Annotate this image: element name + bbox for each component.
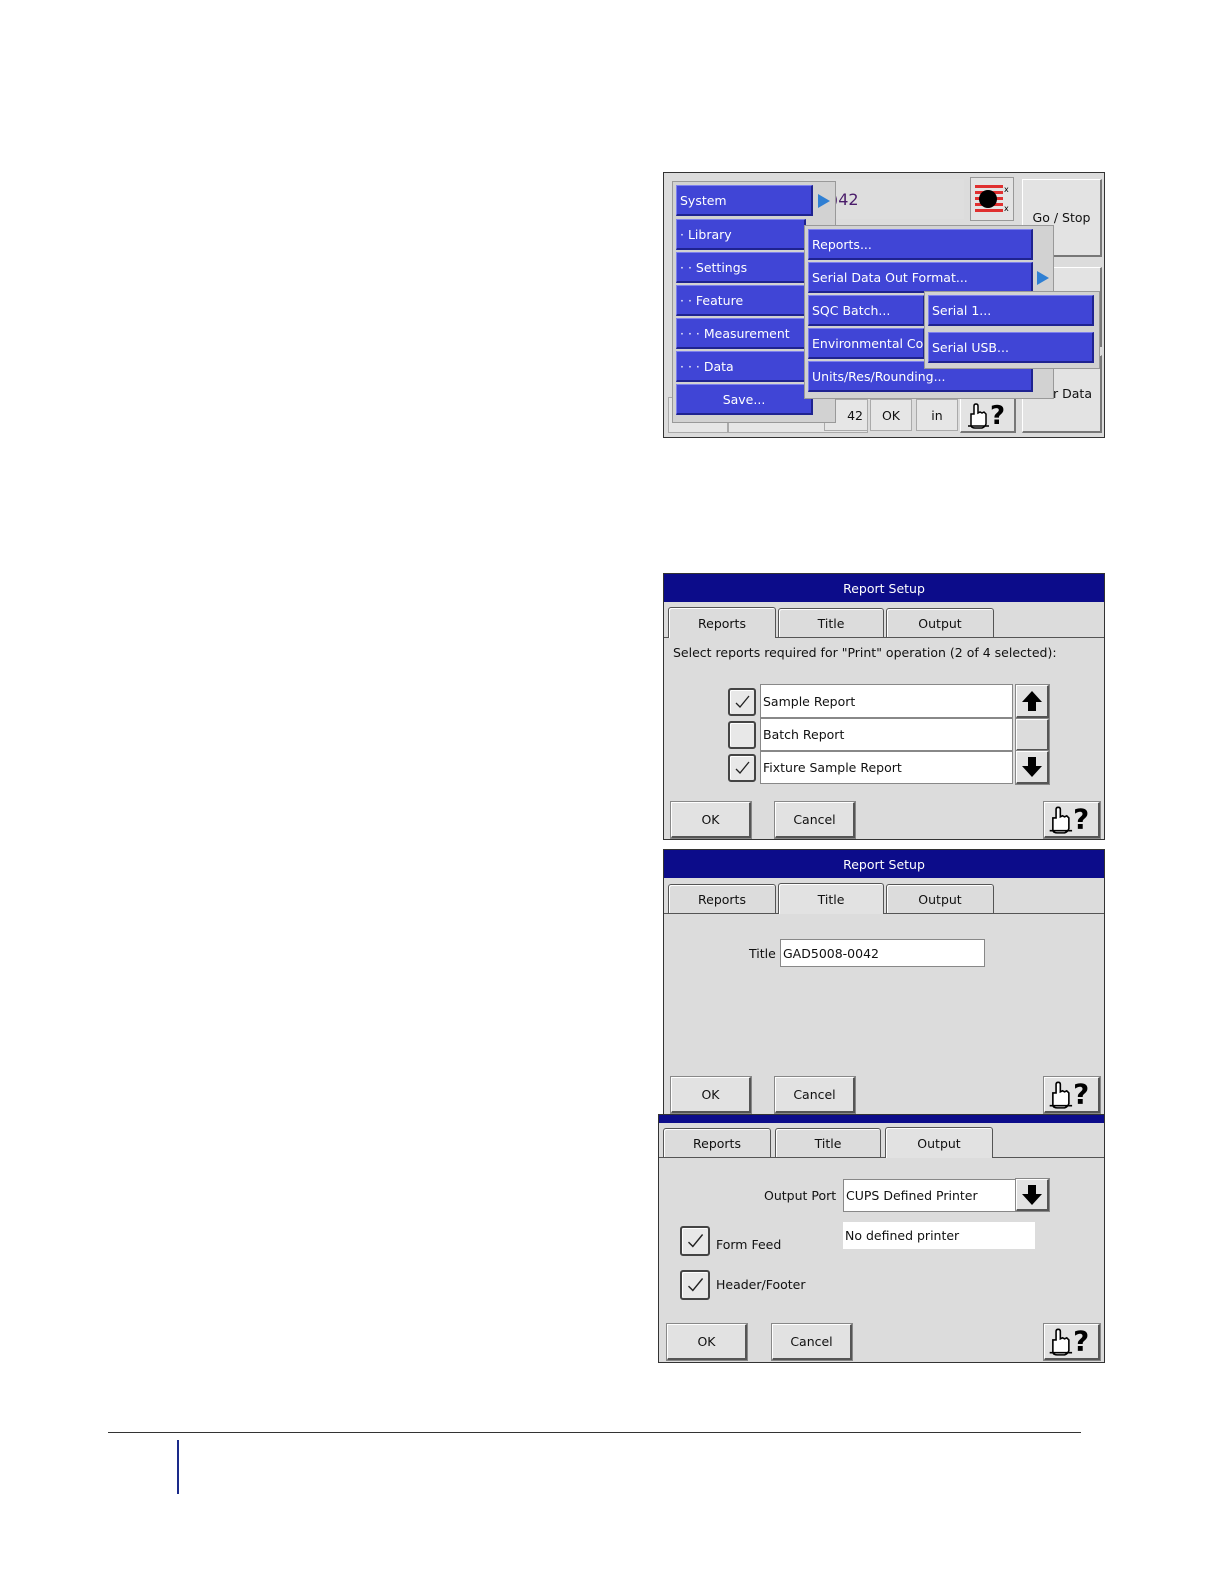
- title-input[interactable]: GAD5008-0042: [780, 939, 985, 967]
- tab-title[interactable]: Title: [778, 608, 884, 637]
- output-port-label: Output Port: [764, 1188, 837, 1203]
- tab-output[interactable]: Output: [886, 884, 994, 913]
- output-port-dropdown-button[interactable]: [1015, 1178, 1050, 1212]
- title-label: Title: [749, 946, 776, 961]
- help-hand-icon: ?: [1049, 1078, 1089, 1111]
- menu-item-settings[interactable]: · · Settings: [676, 252, 806, 283]
- tab-title[interactable]: Title: [775, 1128, 881, 1157]
- tab-divider: [664, 913, 1104, 914]
- dialog-title: Report Setup: [664, 850, 1104, 878]
- unit-button[interactable]: in: [916, 399, 958, 431]
- help-hand-icon: ?: [1049, 803, 1089, 836]
- svg-text:x: x: [1004, 204, 1009, 213]
- clear-data-label: r Data: [1053, 386, 1092, 401]
- arrow-up-icon: [1022, 691, 1042, 711]
- list-item-sample-report[interactable]: Sample Report: [760, 684, 1013, 718]
- serial-item-serial-usb[interactable]: Serial USB...: [928, 332, 1094, 363]
- header-footer-label: Header/Footer: [716, 1277, 806, 1292]
- footer-accent-bar: [177, 1440, 179, 1494]
- svg-text:x: x: [1004, 185, 1009, 194]
- tab-divider: [659, 1157, 1104, 1158]
- menu-item-data[interactable]: · · · Data: [676, 351, 806, 382]
- report-setup-title-dialog: Report Setup Reports Title Output Title …: [663, 849, 1105, 1116]
- list-item-batch-report[interactable]: Batch Report: [760, 718, 1013, 751]
- submenu-item-reports[interactable]: Reports...: [808, 229, 1033, 260]
- scroll-track[interactable]: [1015, 718, 1050, 752]
- titlebar-remnant: [659, 1115, 1104, 1123]
- help-hand-icon: ?: [1049, 1325, 1089, 1358]
- ok-button[interactable]: OK: [670, 801, 752, 839]
- serial-item-serial-1[interactable]: Serial 1...: [928, 295, 1094, 326]
- menu-item-save[interactable]: Save...: [676, 384, 813, 415]
- checkbox-header-footer[interactable]: [680, 1270, 710, 1300]
- tab-reports[interactable]: Reports: [663, 1128, 771, 1157]
- checkbox-sample-report[interactable]: [728, 688, 756, 716]
- submenu-item-sqc-batch[interactable]: SQC Batch...: [808, 295, 925, 326]
- scroll-up-button[interactable]: [1015, 684, 1050, 719]
- cancel-button[interactable]: Cancel: [774, 1076, 856, 1114]
- tab-title[interactable]: Title: [778, 883, 884, 914]
- checkbox-batch-report[interactable]: [728, 721, 756, 749]
- menu-screenshot: )42 x x Go / Stop r Data 42 OK in ? Syst…: [663, 172, 1105, 438]
- cancel-button[interactable]: Cancel: [774, 801, 856, 839]
- ok-button[interactable]: OK: [666, 1323, 748, 1361]
- tab-reports[interactable]: Reports: [668, 607, 776, 638]
- arrow-down-icon: [1022, 757, 1042, 777]
- tab-output[interactable]: Output: [886, 608, 994, 637]
- menu-item-library[interactable]: · Library: [676, 219, 806, 250]
- svg-text:?: ?: [1073, 1078, 1089, 1110]
- status-icon: x x: [970, 177, 1014, 221]
- check-icon: [735, 695, 750, 708]
- help-button[interactable]: ?: [1043, 1076, 1101, 1114]
- report-setup-reports-dialog: Report Setup Reports Title Output Select…: [663, 573, 1105, 840]
- report-setup-output-dialog: Reports Title Output Output Port CUPS De…: [658, 1114, 1105, 1363]
- help-button[interactable]: ?: [1043, 1323, 1101, 1361]
- printer-status-field: No defined printer: [843, 1222, 1035, 1249]
- ok-button[interactable]: OK: [670, 1076, 752, 1114]
- menu-item-system[interactable]: System: [676, 185, 813, 216]
- check-icon: [688, 1234, 704, 1248]
- scroll-down-button[interactable]: [1015, 750, 1050, 785]
- help-hand-icon: ?: [967, 401, 1005, 430]
- svg-text:?: ?: [990, 401, 1005, 430]
- svg-text:?: ?: [1073, 803, 1089, 835]
- output-port-select[interactable]: CUPS Defined Printer: [843, 1179, 1017, 1212]
- dialog-title: Report Setup: [664, 574, 1104, 602]
- checkbox-form-feed[interactable]: [680, 1226, 710, 1256]
- instruction-text: Select reports required for "Print" oper…: [673, 645, 1057, 660]
- menu-item-feature[interactable]: · · Feature: [676, 285, 806, 316]
- submenu-item-serial-data-out-format[interactable]: Serial Data Out Format...: [808, 262, 1033, 293]
- check-icon: [688, 1278, 704, 1292]
- submenu-item-environmental[interactable]: Environmental Cor: [808, 328, 925, 359]
- footer-rule: [108, 1432, 1081, 1433]
- tab-reports[interactable]: Reports: [668, 884, 776, 913]
- list-item-fixture-sample-report[interactable]: Fixture Sample Report: [760, 751, 1013, 784]
- tab-output[interactable]: Output: [885, 1127, 993, 1158]
- submenu-arrow-icon: [818, 194, 830, 208]
- arrow-down-icon: [1022, 1185, 1042, 1205]
- form-feed-label: Form Feed: [716, 1237, 782, 1252]
- submenu-arrow-icon: [1037, 271, 1049, 285]
- ok-button[interactable]: OK: [870, 399, 912, 431]
- cancel-button[interactable]: Cancel: [771, 1323, 853, 1361]
- menu-item-measurement[interactable]: · · · Measurement: [676, 318, 806, 349]
- svg-text:?: ?: [1073, 1325, 1089, 1357]
- help-button[interactable]: ?: [960, 397, 1016, 433]
- checkbox-fixture-sample-report[interactable]: [728, 754, 756, 782]
- check-icon: [735, 761, 750, 774]
- help-button[interactable]: ?: [1043, 801, 1101, 839]
